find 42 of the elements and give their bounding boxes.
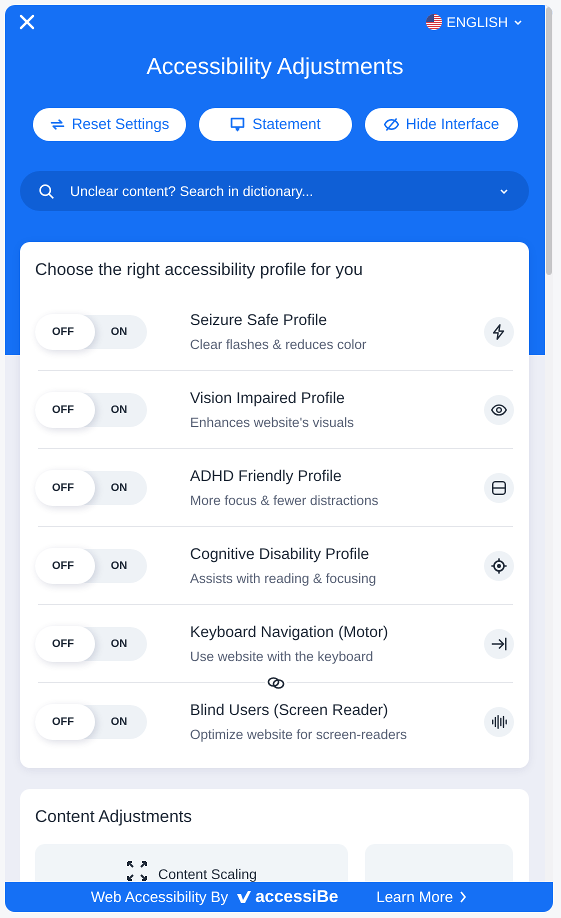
footer-text: Web Accessibility By [90,888,228,906]
profile-name: Blind Users (Screen Reader) [190,702,390,720]
scrollbar[interactable] [545,5,553,882]
crosshair-icon [484,550,514,580]
card-title: Choose the right accessibility profile for you [35,260,364,280]
profile-toggle[interactable]: OFF ON [35,392,147,426]
chevron-right-icon [459,891,468,903]
lightning-icon [484,316,514,346]
profile-description: More focus & fewer distractions [190,492,380,508]
sound-wave-icon [484,706,514,736]
profile-toggle[interactable]: OFF ON [35,314,147,348]
arrow-to-bar-icon [484,628,514,658]
profile-toggle[interactable]: OFF ON [35,704,147,738]
profile-toggle[interactable]: OFF ON [35,470,147,504]
content-scaling-tile[interactable]: Content Scaling [35,844,348,882]
panel-title: Accessibility Adjustments [146,53,404,80]
profile-name: Cognitive Disability Profile [190,546,370,564]
brand-logo[interactable]: accessiBe [236,887,338,907]
search-icon [38,183,55,200]
profile-toggle[interactable]: OFF ON [35,548,147,582]
close-icon[interactable] [19,14,35,30]
statement-button[interactable]: Statement [198,108,352,141]
eye-icon [484,394,514,424]
reset-button[interactable]: Reset Settings [32,108,186,141]
profile-name: Seizure Safe Profile [190,312,328,330]
profile-name: Vision Impaired Profile [190,390,346,408]
card-title: Content Adjustments [35,807,193,827]
profile-description: Clear flashes & reduces color [190,336,368,352]
profile-name: Keyboard Navigation (Motor) [190,624,390,642]
profile-description: Assists with reading & focusing [190,570,378,586]
flag-icon [426,14,442,30]
profile-description: Use website with the keyboard [190,648,374,664]
hide-button[interactable]: Hide Interface [364,108,518,141]
eye-slash-icon [382,116,400,133]
profile-toggle[interactable]: OFF ON [35,626,147,660]
dictionary-search-field[interactable]: Unclear content? Search in dictionary... [20,171,529,211]
profile-name: ADHD Friendly Profile [190,468,343,486]
language-selector[interactable]: ENGLISH [426,14,523,30]
expand-icon [126,860,148,882]
profile-description: Optimize website for screen-readers [190,726,408,742]
learn-more-link[interactable]: Learn More [376,888,468,906]
profile-description: Enhances website's visuals [190,414,355,430]
